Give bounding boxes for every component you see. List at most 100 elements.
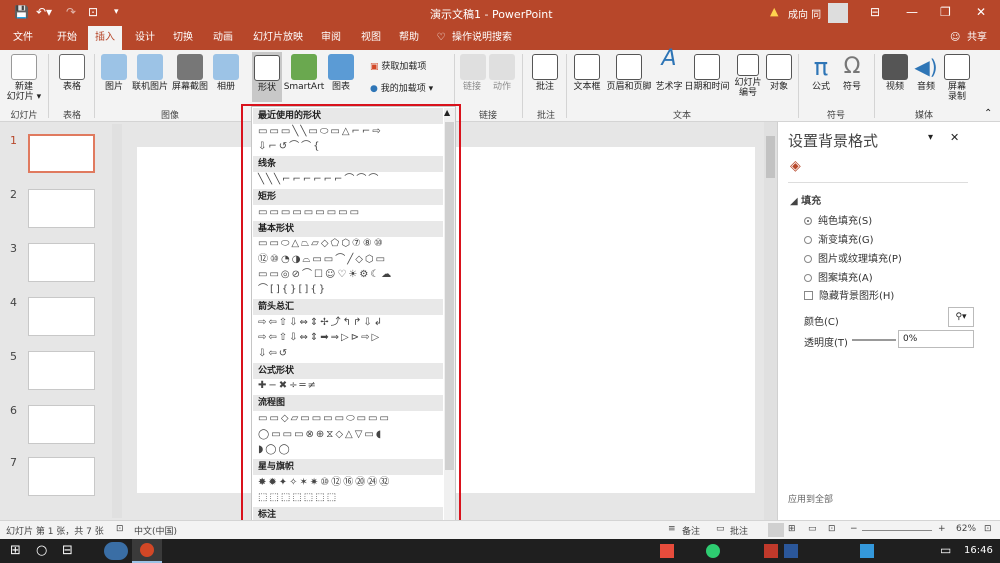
zoom-level[interactable]: 62% <box>956 524 976 534</box>
word-icon[interactable] <box>784 544 798 558</box>
screen-recording-button[interactable]: 屏幕 录制 <box>942 54 972 102</box>
customize-qat-icon[interactable]: ▾ <box>114 5 119 19</box>
transparency-input[interactable]: 0% <box>898 330 974 348</box>
equation-button[interactable]: π 公式 <box>806 54 836 92</box>
close-icon[interactable]: ✕ <box>976 5 986 19</box>
zoom-slider[interactable] <box>862 530 932 531</box>
tab-transitions[interactable]: 切换 <box>166 26 200 50</box>
solid-fill-option[interactable]: 纯色填充(S) <box>804 212 872 227</box>
slide-thumbnail[interactable] <box>28 243 95 282</box>
search-icon[interactable]: ○ <box>36 543 47 558</box>
pane-close-icon[interactable]: ✕ <box>950 131 959 144</box>
user-name[interactable]: 成向 同 <box>788 6 821 21</box>
tell-me-search[interactable]: 操作说明搜索 <box>450 26 514 50</box>
video-button[interactable]: 视频 <box>880 54 910 92</box>
notes-button[interactable]: 备注 <box>682 524 700 537</box>
clock[interactable]: 16:46 <box>964 545 993 556</box>
reading-view-icon[interactable]: ▭ <box>808 524 817 534</box>
zoom-out-icon[interactable]: − <box>850 524 858 534</box>
group-separator <box>94 54 95 118</box>
color-picker[interactable]: ⚲▾ <box>948 307 974 327</box>
tab-review[interactable]: 审阅 <box>314 26 348 50</box>
link-button[interactable]: 链接 <box>460 54 486 92</box>
tab-view[interactable]: 视图 <box>354 26 388 50</box>
picture-fill-option[interactable]: 图片或纹理填充(P) <box>804 250 902 265</box>
screenshot-button[interactable]: 屏幕截图 <box>170 54 210 92</box>
gradient-fill-option[interactable]: 渐变填充(G) <box>804 231 874 246</box>
task-view-icon[interactable]: ⊟ <box>62 543 73 558</box>
hide-background-checkbox[interactable]: 隐藏背景图形(H) <box>804 287 894 302</box>
table-button[interactable]: 表格 <box>54 54 90 92</box>
textbox-button[interactable]: 文本框 <box>570 54 604 92</box>
avatar[interactable] <box>828 3 848 23</box>
tray-app-icon[interactable] <box>860 544 874 558</box>
tab-help[interactable]: 帮助 <box>392 26 426 50</box>
shapes-button[interactable]: 形状 <box>252 52 282 102</box>
apply-to-all-button[interactable]: 应用到全部 <box>788 492 833 505</box>
undo-icon[interactable]: ↶▾ <box>36 5 52 19</box>
tray-app-icon[interactable] <box>660 544 674 558</box>
sorter-view-icon[interactable]: ⊞ <box>788 524 796 534</box>
wechat-icon[interactable] <box>706 544 720 558</box>
slide-thumbnail[interactable] <box>28 351 95 390</box>
tab-animations[interactable]: 动画 <box>206 26 240 50</box>
tab-insert[interactable]: 插入 <box>88 26 122 50</box>
transparency-slider[interactable] <box>852 339 896 341</box>
comment-button[interactable]: 批注 <box>530 54 560 92</box>
spellcheck-icon[interactable]: ⊡ <box>116 524 124 534</box>
slide-thumbnail[interactable] <box>28 134 95 173</box>
online-pictures-button[interactable]: 联机图片 <box>130 54 170 92</box>
picture-button[interactable]: 图片 <box>100 54 128 92</box>
slide-thumbnail[interactable] <box>28 297 95 336</box>
tray-app-icon[interactable] <box>764 544 778 558</box>
windows-start-icon[interactable]: ⊞ <box>10 543 21 558</box>
language-status[interactable]: 中文(中国) <box>134 524 177 537</box>
tab-slideshow[interactable]: 幻灯片放映 <box>248 26 308 50</box>
tab-file[interactable]: 文件 <box>6 26 40 50</box>
comments-button[interactable]: 批注 <box>730 524 748 537</box>
object-button[interactable]: 对象 <box>766 54 792 92</box>
fill-section-header[interactable]: ◢ 填充 <box>790 192 821 207</box>
present-icon[interactable]: ⊡ <box>88 5 98 19</box>
zoom-in-icon[interactable]: + <box>938 524 946 534</box>
slide-thumbnail[interactable] <box>28 405 95 444</box>
minimize-icon[interactable]: — <box>906 5 918 19</box>
slideshow-view-icon[interactable]: ⊡ <box>828 524 836 534</box>
slide-thumbnail[interactable] <box>28 457 95 496</box>
tab-design[interactable]: 设计 <box>128 26 162 50</box>
fit-slide-icon[interactable]: ⊡ <box>984 524 992 534</box>
wordart-button[interactable]: A 艺术字 <box>654 48 684 93</box>
canvas-scroll-thumb[interactable] <box>766 136 775 178</box>
taskbar-powerpoint[interactable] <box>132 539 162 563</box>
browser-icon[interactable] <box>104 542 128 560</box>
slide-thumbnail[interactable] <box>28 189 95 228</box>
thumbnail-scrollbar[interactable] <box>112 124 122 518</box>
ribbon-display-icon[interactable]: ⊟ <box>870 5 880 19</box>
restore-icon[interactable]: ❐ <box>940 5 951 19</box>
slide-number: 4 <box>10 296 17 309</box>
share-button[interactable]: 共享 <box>962 26 992 50</box>
save-icon[interactable]: 💾 <box>14 5 29 19</box>
datetime-button[interactable]: 日期和时间 <box>684 54 730 92</box>
get-addins-button[interactable]: ▣ 获取加载项 <box>370 62 434 72</box>
canvas-scrollbar[interactable] <box>764 122 777 520</box>
tab-home[interactable]: 开始 <box>50 26 84 50</box>
header-footer-button[interactable]: 页眉和页脚 <box>604 54 654 92</box>
notification-icon[interactable]: ▭ <box>940 543 951 557</box>
symbol-button[interactable]: Ω 符号 <box>838 54 866 92</box>
collapse-ribbon-icon[interactable]: ⌃ <box>984 108 992 119</box>
pane-options-icon[interactable]: ▾ <box>928 132 933 143</box>
fill-bucket-icon[interactable]: ◈ <box>790 158 801 174</box>
chart-button[interactable]: 图表 <box>328 54 354 92</box>
action-button[interactable]: 动作 <box>488 54 516 92</box>
redo-icon[interactable]: ↷ <box>66 5 76 19</box>
new-slide-button[interactable]: 新建 幻灯片 ▾ <box>4 54 44 102</box>
slide-number-button[interactable]: 幻灯片 编号 <box>732 54 764 98</box>
smartart-button[interactable]: SmartArt <box>282 54 326 92</box>
pattern-fill-option[interactable]: 图案填充(A) <box>804 269 873 284</box>
my-addins-button[interactable]: ● 我的加载项 ▾ <box>370 84 446 94</box>
album-button[interactable]: 相册 <box>212 54 240 92</box>
normal-view-icon[interactable] <box>768 523 784 537</box>
calendar-icon <box>694 54 720 80</box>
audio-button[interactable]: ◀) 音频 <box>912 54 940 92</box>
